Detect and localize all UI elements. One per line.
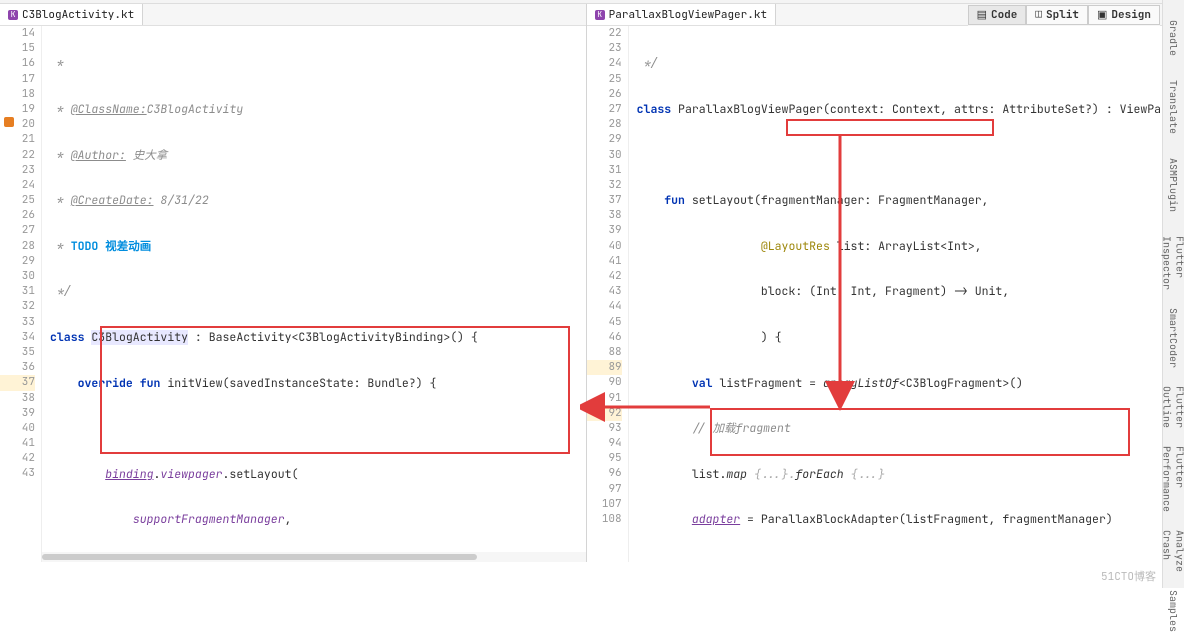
kotlin-file-icon: K (8, 10, 18, 20)
left-tab[interactable]: K C3BlogActivity.kt (0, 4, 143, 25)
left-tab-label: C3BlogActivity.kt (22, 8, 134, 22)
tool-samples[interactable]: Samples (1165, 584, 1182, 638)
viewmode-switcher: ▤ Code ◫ Split ▣ Design (968, 4, 1160, 26)
left-code[interactable]: * * @ClassName:C3BlogActivity * @Author:… (42, 26, 586, 562)
viewmode-split[interactable]: ◫ Split (1026, 5, 1088, 25)
tool-gradle[interactable]: Gradle (1165, 14, 1182, 62)
right-tab[interactable]: K ParallaxBlogViewPager.kt (587, 4, 776, 25)
tool-flutter-outline[interactable]: Flutter Outline (1159, 380, 1184, 434)
watermark: 51CTO博客 (1101, 568, 1156, 584)
tool-smartcoder[interactable]: SmartCoder (1165, 302, 1182, 374)
viewmode-design[interactable]: ▣ Design (1088, 5, 1160, 25)
tool-analyze[interactable]: Analyze Crash (1159, 524, 1184, 578)
tool-flutter-perf[interactable]: Flutter Performance (1159, 440, 1184, 518)
left-gutter: 1415161718192021222324252627282930313233… (0, 26, 42, 562)
tool-flutter-inspector[interactable]: Flutter Inspector (1159, 230, 1184, 296)
right-editor-pane: K ParallaxBlogViewPager.kt 2223242526272… (586, 4, 1184, 562)
right-tab-label: ParallaxBlogViewPager.kt (609, 8, 767, 22)
tool-translate[interactable]: Translate (1165, 74, 1182, 140)
tool-asm[interactable]: ASMPlugin (1165, 152, 1182, 218)
tool-sidebar: Gradle Translate ASMPlugin Flutter Inspe… (1162, 0, 1184, 588)
right-code[interactable]: */ class ParallaxBlogViewPager(context: … (629, 26, 1184, 562)
left-hscroll[interactable] (42, 552, 586, 562)
left-editor-pane: K C3BlogActivity.kt 14151617181920212223… (0, 4, 586, 562)
kotlin-file-icon: K (595, 10, 605, 20)
viewmode-code[interactable]: ▤ Code (968, 5, 1027, 25)
right-gutter: 2223242526272829303132373839404142434445… (587, 26, 629, 562)
